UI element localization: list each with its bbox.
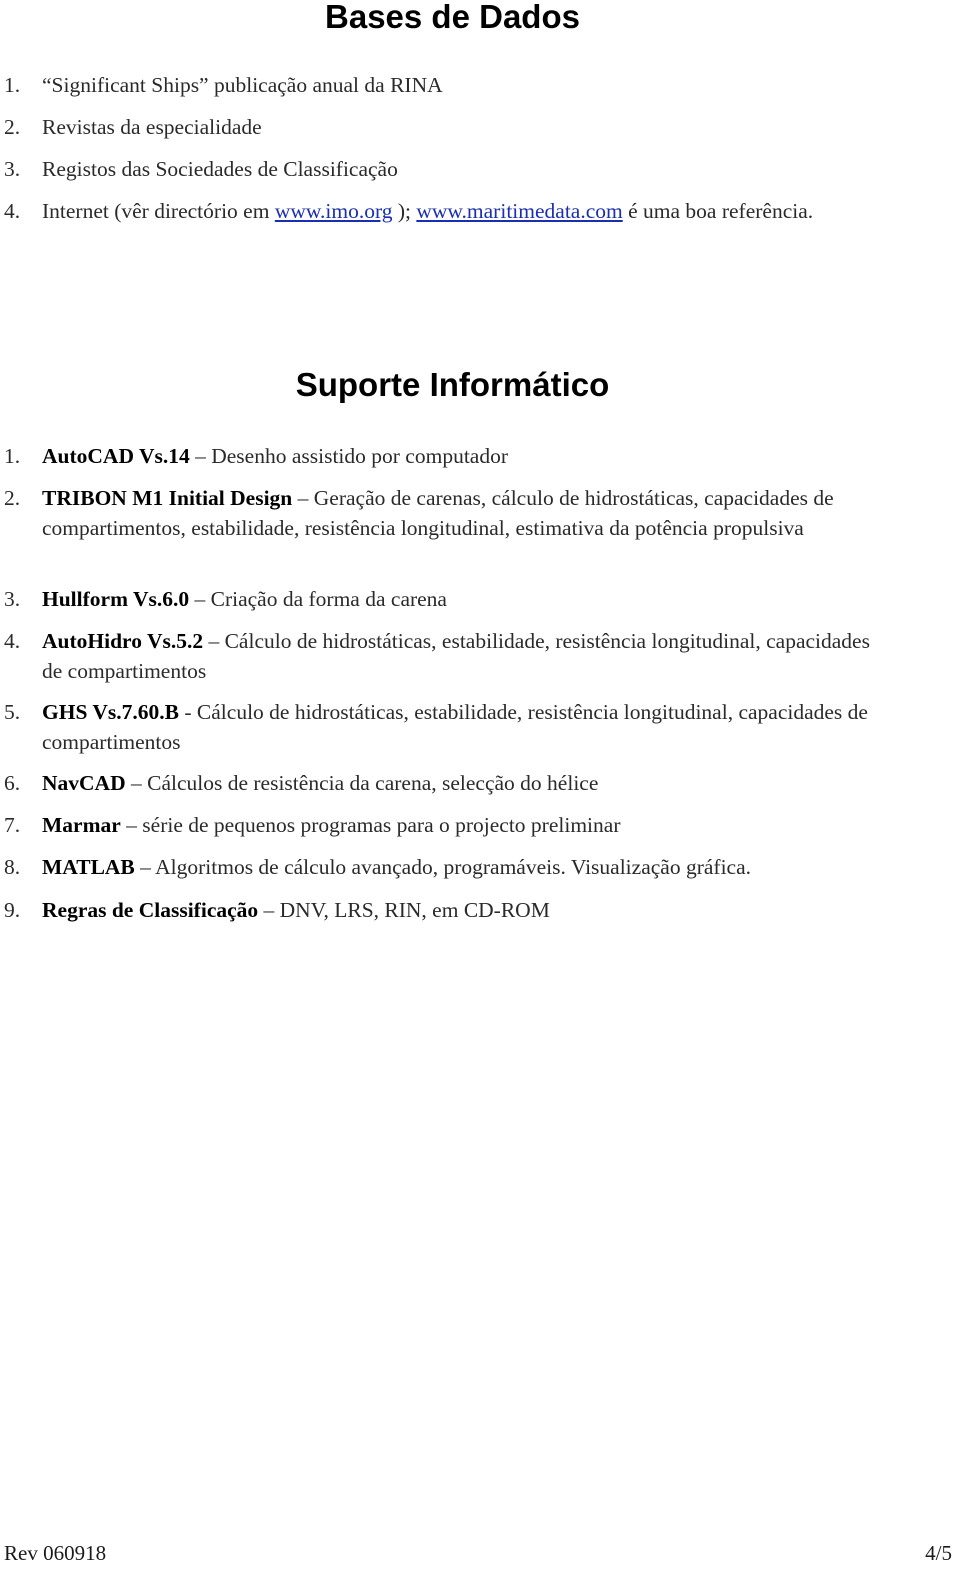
item-number: 4. [4, 199, 21, 223]
item-number: 4. [4, 629, 21, 653]
item-description: Desenho assistido por computador [211, 444, 509, 468]
item-number: 6. [4, 771, 21, 795]
list-item: 4. Internet (vêr directório em www.imo.o… [0, 196, 880, 226]
item-text: Internet (vêr directório em www.imo.org … [42, 196, 880, 226]
item-software-name: Hullform Vs.6.0 [42, 587, 190, 611]
list-item: 4. AutoHidro Vs.5.2 – Cálculo de hidrost… [0, 626, 880, 686]
item-separator: – [134, 855, 156, 879]
item-number: 1. [4, 444, 21, 468]
item-software-name: TRIBON M1 Initial Design [42, 486, 293, 510]
item-software-name: Regras de Classificação [42, 898, 259, 922]
item-software-name: Marmar [42, 813, 121, 837]
item-number: 1. [4, 73, 21, 97]
footer-page-number: 4/5 [925, 1541, 952, 1565]
item-number: 7. [4, 813, 21, 837]
item-software-name: NavCAD [42, 771, 126, 795]
item-text-mid: ); [392, 199, 417, 223]
list-item: 2. Revistas da especialidade [0, 112, 880, 142]
item-description: Cálculos de resistência da carena, selec… [147, 771, 599, 795]
section-title-bases-de-dados: Bases de Dados [325, 0, 580, 35]
list-item: 7. Marmar – série de pequenos programas … [0, 810, 880, 840]
item-number: 8. [4, 855, 21, 879]
item-separator: – [125, 771, 148, 795]
item-text: Registos das Sociedades de Classificação [42, 157, 398, 181]
item-separator: – [203, 629, 225, 653]
item-text-pre: Internet (vêr directório em [42, 199, 275, 223]
item-description: Criação da forma da carena [210, 587, 447, 611]
item-text: Revistas da especialidade [42, 115, 262, 139]
item-description: Algoritmos de cálculo avançado, programá… [155, 855, 751, 879]
list-item: 3. Hullform Vs.6.0 – Criação da forma da… [0, 584, 880, 614]
item-description: DNV, LRS, RIN, em CD-ROM [279, 898, 550, 922]
item-software-name: AutoHidro Vs.5.2 [42, 629, 204, 653]
item-separator: – [189, 444, 212, 468]
item-number: 3. [4, 157, 21, 181]
list-item: 8. MATLAB – Algoritmos de cálculo avança… [0, 852, 880, 882]
item-text-post: é uma boa referência. [622, 199, 814, 223]
list-item: 2. TRIBON M1 Initial Design – Geração de… [0, 483, 880, 543]
link-maritimedata[interactable]: www.maritimedata.com [416, 199, 622, 223]
item-separator: – [258, 898, 280, 922]
item-number: 3. [4, 587, 21, 611]
item-software-name: MATLAB [42, 855, 135, 879]
item-separator: - [179, 700, 197, 724]
item-separator: – [120, 813, 143, 837]
list-item: 1. “Significant Ships” publicação anual … [0, 70, 880, 100]
item-number: 9. [4, 898, 21, 922]
item-number: 2. [4, 115, 21, 139]
list-item: 3. Registos das Sociedades de Classifica… [0, 154, 880, 184]
item-separator: – [189, 587, 211, 611]
list-item: 6. NavCAD – Cálculos de resistência da c… [0, 768, 880, 798]
list-item: 9. Regras de Classificação – DNV, LRS, R… [0, 895, 880, 925]
section-title-suporte-informatico: Suporte Informático [295, 366, 610, 403]
footer-revision: Rev 060918 [4, 1541, 107, 1565]
item-separator: – [292, 486, 314, 510]
item-text: “Significant Ships” publicação anual da … [42, 73, 443, 97]
list-item: 5. GHS Vs.7.60.B - Cálculo de hidrostáti… [0, 697, 880, 757]
item-software-name: AutoCAD Vs.14 [42, 444, 190, 468]
item-description: série de pequenos programas para o proje… [142, 813, 621, 837]
list-item: 1. AutoCAD Vs.14 – Desenho assistido por… [0, 441, 880, 471]
link-imo[interactable]: www.imo.org [275, 199, 393, 223]
item-number: 5. [4, 700, 21, 724]
item-software-name: GHS Vs.7.60.B [42, 700, 179, 724]
item-number: 2. [4, 486, 21, 510]
